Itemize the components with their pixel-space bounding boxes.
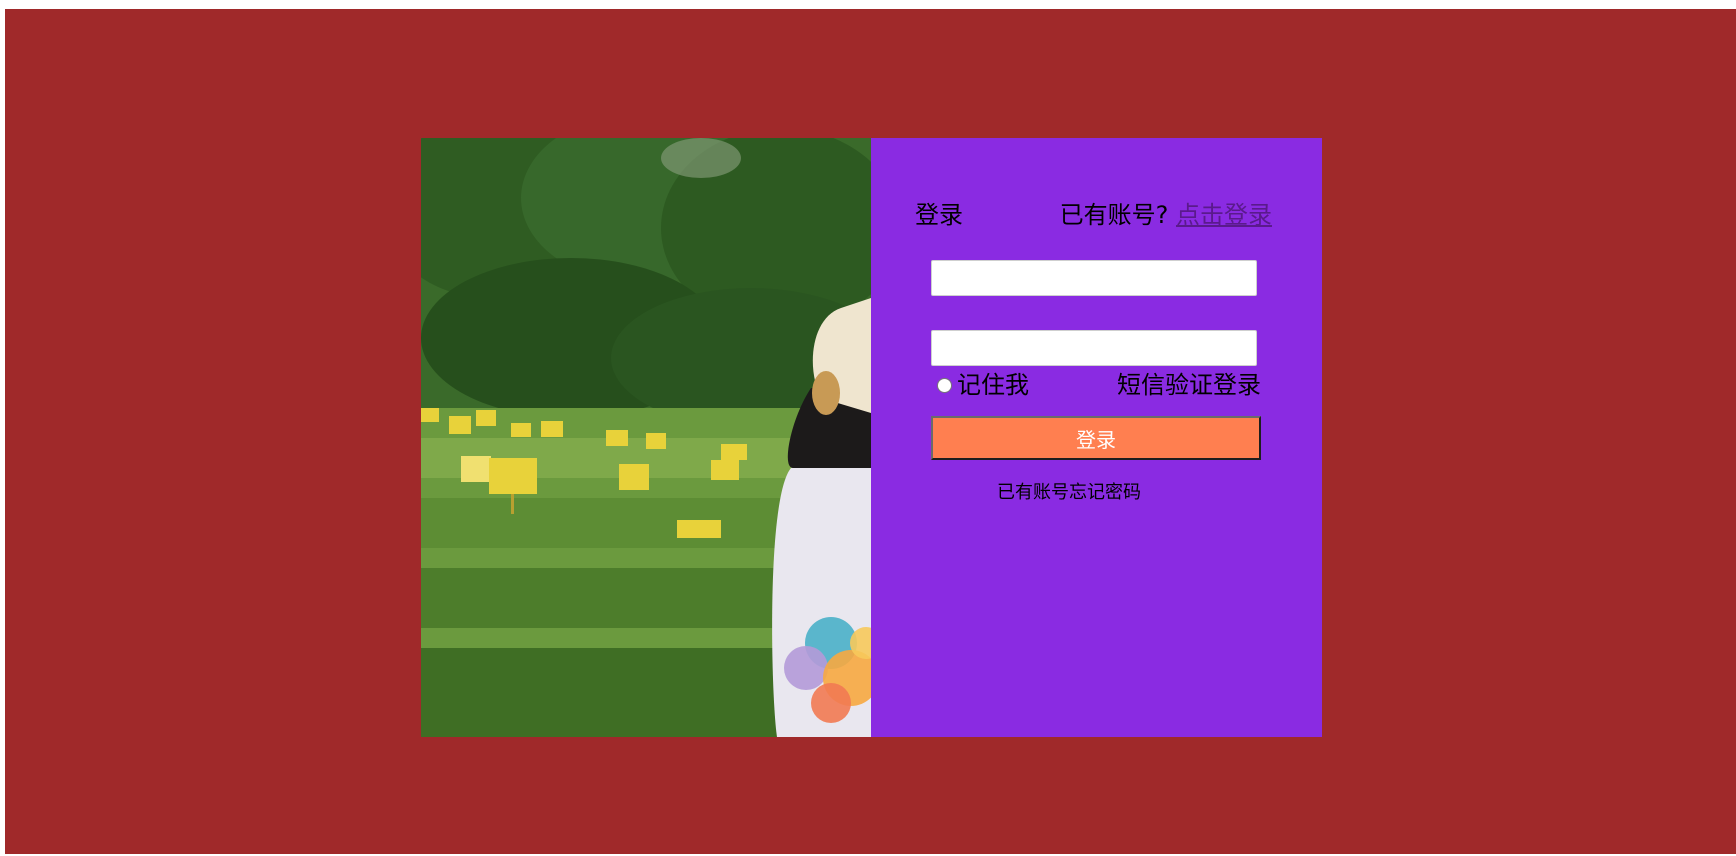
- sms-login-link[interactable]: 短信验证登录: [1117, 370, 1261, 400]
- login-form-panel: 登录 已有账号? 点击登录 记住我 短信验证登录 登录 已有账号忘记密码: [871, 138, 1322, 737]
- account-prompt-text: 已有账号?: [1059, 201, 1169, 229]
- account-prompt: 已有账号? 点击登录: [1060, 200, 1272, 230]
- password-input[interactable]: [931, 330, 1257, 366]
- tea-field-girl-photo: [421, 138, 871, 737]
- login-button[interactable]: 登录: [931, 416, 1261, 460]
- radio-unchecked-icon[interactable]: [937, 377, 952, 393]
- remember-label: 记住我: [957, 371, 1029, 399]
- form-title: 登录: [915, 201, 963, 229]
- hero-photo: [421, 138, 871, 737]
- forgot-password-text[interactable]: 已有账号忘记密码: [997, 482, 1141, 504]
- remember-me[interactable]: 记住我: [937, 370, 1029, 400]
- username-input[interactable]: [931, 260, 1257, 296]
- login-link[interactable]: 点击登录: [1176, 201, 1272, 229]
- login-card: 登录 已有账号? 点击登录 记住我 短信验证登录 登录 已有账号忘记密码: [421, 138, 1322, 737]
